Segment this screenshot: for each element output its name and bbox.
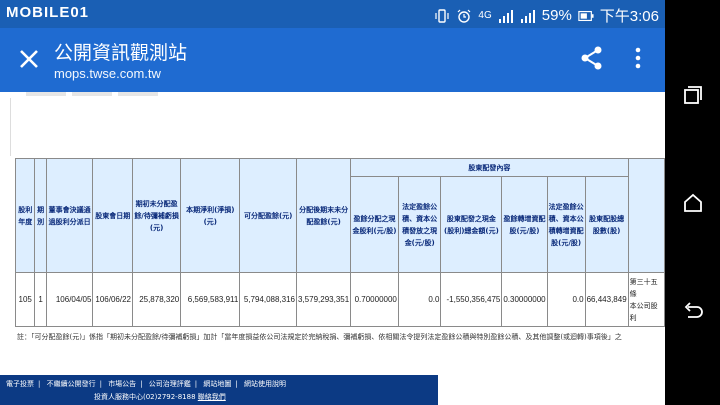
header-ending-undistributed: 分配後期末未分配盈餘(元): [295, 158, 352, 273]
cell-cash-from-earnings: 0.70000000: [350, 272, 399, 327]
tab-stub: [72, 92, 112, 96]
cell-stock-from-earnings: 0.30000000: [501, 272, 548, 327]
footer-link-delisting[interactable]: 不繼續公開發行: [47, 380, 96, 388]
footer-link-help[interactable]: 網站使用說明: [244, 380, 286, 388]
signal-2-icon: [520, 9, 535, 23]
header-cash-from-reserve: 法定盈餘公積、資本公積發放之現金(元/股): [397, 176, 442, 273]
cell-distributable: 5,794,088,316: [239, 272, 297, 327]
battery-percent: 59%: [541, 7, 572, 24]
header-net-income: 本期淨利(淨損)(元): [180, 158, 241, 273]
app-bar: 公開資訊觀測站 mops.twse.com.tw: [0, 28, 665, 92]
cell-stock-from-reserve: 0.0: [546, 272, 586, 327]
page-title: 公開資訊觀測站: [54, 42, 188, 64]
footer-contact: 投資人服務中心(02)2792-8188 聯絡我們: [94, 392, 226, 402]
battery-icon: [578, 10, 594, 21]
back-icon[interactable]: [682, 300, 704, 322]
cell-beginning-undistributed: 25,878,320: [131, 272, 182, 327]
header-period: 期別: [34, 158, 47, 273]
header-cash-from-earnings: 盈餘分配之現金股利(元/股): [350, 176, 399, 273]
vibrate-icon: [435, 8, 450, 23]
status-bar: MOBILE01 4G 59% 下午3:06: [0, 0, 665, 28]
dividend-table: 股利年度 期別 董事會決議通過股利分派日 股東會日期 期初未分配盈餘/待彌補虧損…: [14, 158, 665, 327]
footer-links: 電子投票 | 不繼續公開發行 | 市場公告 | 公司治理評鑑 | 網站地圖 | 網站使用說…: [6, 380, 286, 388]
contact-us-link[interactable]: 聯絡我們: [198, 393, 226, 401]
tab-stub: [118, 92, 158, 96]
header-meeting-date: 股東會日期: [92, 158, 133, 273]
header-stock-from-earnings: 盈餘轉增資配股(元/股): [501, 176, 548, 273]
network-type: 4G: [478, 10, 492, 21]
header-remark: [627, 158, 665, 273]
contact-phone: 投資人服務中心(02)2792-8188: [94, 393, 196, 401]
divider: [10, 98, 11, 156]
footnote: 註：「可分配盈餘(元)」係指「期初未分配盈餘/待彌補虧損」加計「當年度損益依公司…: [17, 333, 622, 341]
clock: 下午3:06: [599, 8, 659, 25]
header-total-cash: 股東配發之現金(股利)總金額(元): [440, 176, 503, 273]
tab-stub: [26, 92, 66, 96]
share-icon[interactable]: [578, 44, 606, 72]
cell-year: 105: [14, 272, 36, 327]
cell-meeting-date: 106/06/22: [92, 272, 133, 327]
cell-period: 1: [34, 272, 47, 327]
header-year: 股利年度: [14, 158, 36, 273]
header-distributable: 可分配盈餘(元): [239, 158, 297, 273]
footer-link-sitemap[interactable]: 網站地圖: [203, 380, 231, 388]
web-content: 股利年度 期別 董事會決議通過股利分派日 股東會日期 期初未分配盈餘/待彌補虧損…: [0, 92, 665, 405]
brand-watermark: MOBILE01: [6, 4, 90, 21]
header-stock-from-reserve: 法定盈餘公積、資本公積轉增資配股(元/股): [546, 176, 586, 273]
header-beginning-undistributed: 期初未分配盈餘/待彌補虧損(元): [131, 158, 182, 273]
nav-bar: [665, 0, 720, 405]
header-total-stock: 股東配股總股數(股): [584, 176, 629, 273]
home-icon[interactable]: [682, 192, 704, 214]
cell-total-cash: -1,550,356,475: [440, 272, 503, 327]
header-board-date: 董事會決議通過股利分派日: [45, 158, 94, 273]
recent-apps-icon[interactable]: [682, 84, 704, 106]
signal-icon: [498, 9, 513, 23]
header-group-distribution: 股東配發內容: [350, 158, 629, 177]
page-url: mops.twse.com.tw: [54, 66, 161, 81]
footer-link-market-notice[interactable]: 市場公告: [108, 380, 136, 388]
more-vert-icon[interactable]: [628, 44, 648, 72]
table-row: 105 1 106/04/05 106/06/22 25,878,320 6,5…: [14, 272, 665, 327]
cell-cash-from-reserve: 0.0: [397, 272, 442, 327]
cell-ending-undistributed: 3,579,293,351: [295, 272, 352, 327]
cell-net-income: 6,569,583,911: [180, 272, 241, 327]
cell-remark: 第三十五條 本公司股利: [627, 272, 665, 327]
cell-total-stock: 66,443,849: [584, 272, 629, 327]
close-icon[interactable]: [14, 44, 44, 74]
site-footer: 電子投票 | 不繼續公開發行 | 市場公告 | 公司治理評鑑 | 網站地圖 | 網站使用說…: [0, 375, 438, 405]
footer-link-governance[interactable]: 公司治理評鑑: [149, 380, 191, 388]
alarm-icon: [457, 9, 471, 23]
footer-link-evote[interactable]: 電子投票: [6, 380, 34, 388]
cell-board-date: 106/04/05: [45, 272, 94, 327]
status-icons: 4G 59% 下午3:06: [434, 5, 659, 26]
